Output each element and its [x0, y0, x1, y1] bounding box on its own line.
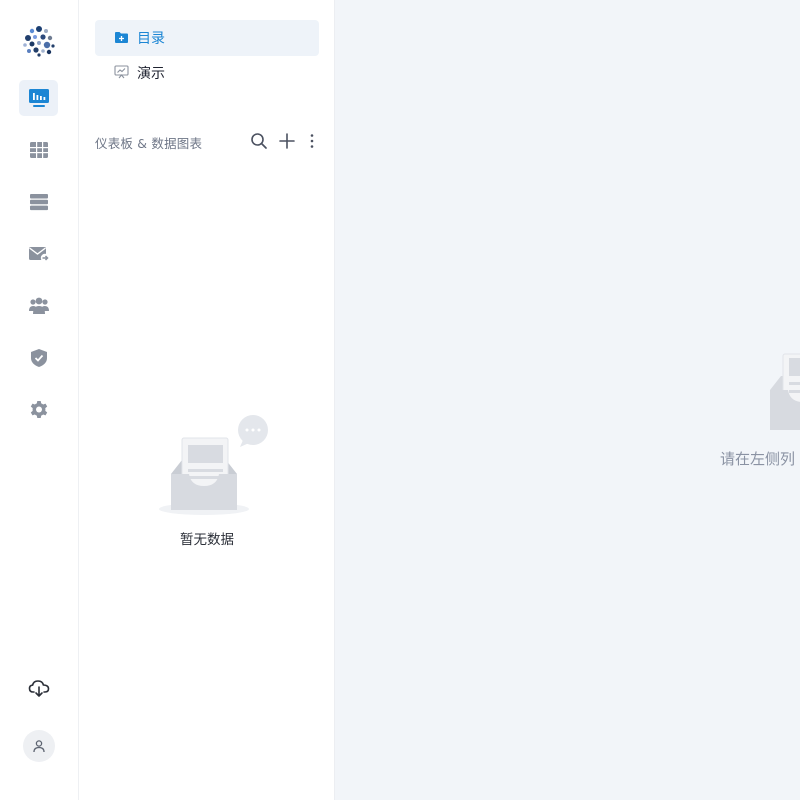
user-avatar-icon[interactable] — [23, 730, 55, 762]
empty-state-text: 暂无数据 — [180, 532, 234, 548]
more-vertical-icon[interactable] — [309, 130, 315, 152]
nav-item-label: 演示 — [137, 66, 165, 82]
rail-database-icon[interactable] — [19, 184, 58, 220]
nav-item-label: 目录 — [137, 31, 165, 47]
search-icon[interactable] — [250, 130, 268, 152]
main-content: 请在左侧列 — [335, 0, 800, 800]
nav-item-directory[interactable]: 目录 — [95, 20, 319, 56]
cloud-download-icon[interactable] — [19, 670, 58, 706]
rail-dashboard-icon[interactable] — [19, 80, 58, 116]
app-root: 目录 演示 仪表板 & 数据图表 暂无数据 请在左侧列 — [0, 0, 800, 800]
rail-shield-check-icon[interactable] — [19, 340, 58, 376]
rail-table-icon[interactable] — [19, 132, 58, 168]
rail-settings-gear-icon[interactable] — [19, 392, 58, 428]
add-icon[interactable] — [278, 130, 296, 152]
rail-users-icon[interactable] — [19, 288, 58, 324]
folder-plus-icon — [114, 29, 129, 48]
icon-rail — [0, 0, 79, 800]
main-hint-text: 请在左侧列 — [720, 450, 796, 468]
nav-item-presentation[interactable]: 演示 — [95, 55, 319, 91]
empty-illustration — [158, 414, 268, 522]
section-title: 仪表板 & 数据图表 — [95, 136, 203, 151]
rail-mail-send-icon[interactable] — [19, 236, 58, 272]
empty-illustration-main — [768, 350, 800, 434]
directory-panel: 目录 演示 仪表板 & 数据图表 暂无数据 — [79, 0, 335, 800]
app-logo-icon[interactable] — [19, 20, 59, 60]
presentation-icon — [114, 64, 129, 83]
